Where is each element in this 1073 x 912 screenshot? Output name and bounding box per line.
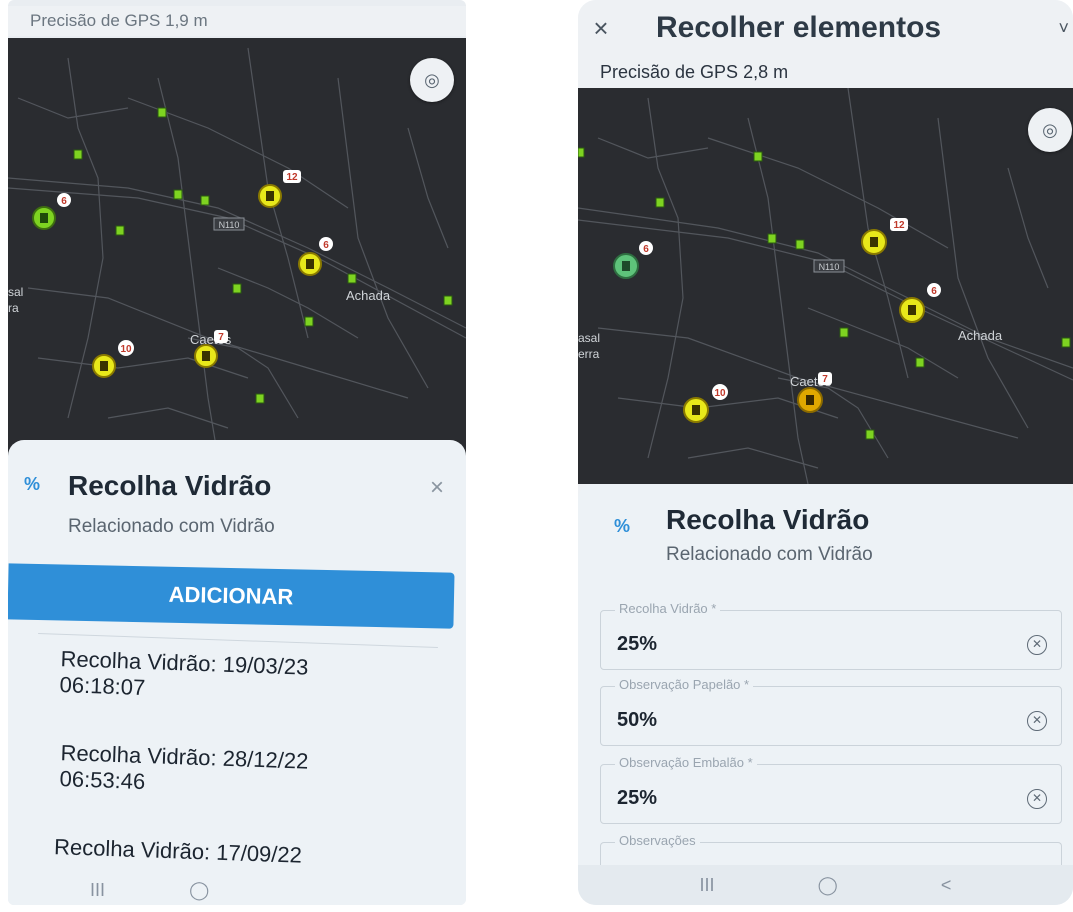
cluster-count: 10 — [714, 388, 726, 399]
cluster-count: 12 — [893, 220, 905, 231]
recents-icon[interactable]: III — [90, 880, 105, 901]
feature-sheet: % Recolha Vidrão Relacionado com Vidrão … — [578, 484, 1073, 905]
cluster-count: 6 — [931, 286, 937, 297]
system-nav-bar: III ◯ < — [578, 865, 1073, 905]
gps-precision-bar: Precisão de GPS 1,9 m — [8, 6, 466, 36]
cluster-count: 7 — [218, 332, 224, 343]
system-nav-bar: III ◯ < — [8, 875, 466, 905]
crosshair-icon: ◎ — [1042, 119, 1058, 140]
gps-precision-text: Precisão de GPS 1,9 m — [30, 11, 208, 30]
road-label: N110 — [219, 220, 240, 230]
field-label: Observações — [615, 833, 700, 848]
place-label-ra: ra — [8, 301, 19, 315]
home-icon[interactable]: ◯ — [818, 875, 838, 896]
link-icon: % — [614, 516, 631, 536]
place-label-erra: erra — [578, 347, 600, 361]
road-label: N110 — [819, 262, 840, 272]
field-label: Observação Papelão * — [615, 677, 754, 692]
field-value[interactable]: 50% — [617, 709, 657, 732]
cluster-count: 6 — [643, 244, 649, 255]
cluster-count: 7 — [822, 374, 828, 385]
cluster-count: 6 — [61, 196, 67, 207]
phone-screen-left: Precisão de GPS 1,9 m N110 Achada Caetos… — [8, 0, 466, 905]
home-icon[interactable]: ◯ — [189, 880, 209, 901]
cluster-marker-6-west[interactable]: 6 — [613, 241, 653, 279]
cluster-marker-12[interactable]: 12 — [258, 170, 301, 208]
cluster-marker-6-east[interactable]: 6 — [298, 237, 333, 276]
gps-precision-bar: Precisão de GPS 2,8 m — [578, 56, 1073, 88]
feature-sheet: % Recolha Vidrão Relacionado com Vidrão … — [8, 440, 466, 905]
page-title: Recolher elementos — [656, 11, 942, 44]
link-icon: % — [24, 474, 41, 494]
field-label: Recolha Vidrão * — [615, 601, 721, 616]
field-recolha-vidrao[interactable]: Recolha Vidrão * 25% ✕ — [600, 601, 1062, 670]
divider — [38, 633, 438, 648]
crosshair-icon: ◎ — [424, 69, 440, 90]
gps-precision-text: Precisão de GPS 2,8 m — [600, 61, 789, 82]
field-value[interactable]: 25% — [617, 787, 657, 810]
cluster-marker-10[interactable]: 10 — [683, 384, 728, 423]
app-header: × Recolher elementos ˅ — [578, 0, 1073, 56]
chevron-down-icon[interactable]: ˅ — [1058, 18, 1069, 39]
record-item[interactable]: Recolha Vidrão: 19/03/23 06:18:07 — [59, 646, 401, 710]
sheet-subtitle: Relacionado com Vidrão — [666, 544, 873, 565]
cluster-count: 12 — [286, 172, 298, 183]
clear-icon[interactable]: ✕ — [1027, 711, 1047, 731]
field-observacao-papelao[interactable]: Observação Papelão * 50% ✕ — [600, 677, 1062, 746]
sheet-title: Recolha Vidrão — [68, 470, 272, 501]
record-label: Recolha Vidrão: 17/09/22 — [53, 834, 303, 868]
field-observacao-embalao[interactable]: Observação Embalão * 25% ✕ — [600, 755, 1062, 824]
place-label-achada: Achada — [346, 288, 391, 303]
add-button[interactable]: ADICIONAR — [8, 563, 455, 629]
sheet-subtitle: Relacionado com Vidrão — [68, 516, 275, 537]
place-label-achada: Achada — [958, 328, 1003, 343]
close-icon[interactable]: × — [578, 13, 624, 44]
map-view[interactable]: N110 Achada Caetos asal erra 6 12 6 7 10… — [578, 88, 1073, 484]
back-icon[interactable]: < — [941, 875, 952, 896]
field-label: Observação Embalão * — [615, 755, 757, 770]
field-value[interactable]: 25% — [617, 633, 657, 656]
record-item[interactable]: Recolha Vidrão: 28/12/22 06:53:46 — [59, 740, 401, 804]
clear-icon[interactable]: ✕ — [1027, 789, 1047, 809]
sheet-title: Recolha Vidrão — [666, 504, 870, 535]
cluster-marker-10[interactable]: 10 — [92, 340, 134, 378]
phone-screen-right: × Recolher elementos ˅ Precisão de GPS 2… — [578, 0, 1073, 905]
cluster-count: 6 — [323, 240, 329, 251]
place-label-asal: asal — [578, 331, 600, 345]
map-canvas[interactable]: N110 Achada Caetos sal ra 6 12 6 7 10 — [8, 38, 466, 458]
record-item[interactable]: Recolha Vidrão: 17/09/22 — [54, 834, 395, 872]
cluster-marker-6-west[interactable]: 6 — [32, 193, 71, 230]
clear-icon[interactable]: ✕ — [1027, 635, 1047, 655]
close-icon[interactable]: × — [430, 474, 444, 502]
recents-icon[interactable]: III — [700, 875, 715, 896]
my-location-button[interactable]: ◎ — [1028, 108, 1072, 152]
place-label-sal: sal — [8, 285, 23, 299]
map-view[interactable]: N110 Achada Caetos sal ra 6 12 6 7 10 ◎ — [8, 38, 466, 458]
cluster-count: 10 — [120, 344, 132, 355]
map-canvas[interactable]: N110 Achada Caetos asal erra 6 12 6 7 10 — [578, 88, 1073, 484]
my-location-button[interactable]: ◎ — [410, 58, 454, 102]
cluster-marker-12[interactable]: 12 — [861, 218, 908, 255]
